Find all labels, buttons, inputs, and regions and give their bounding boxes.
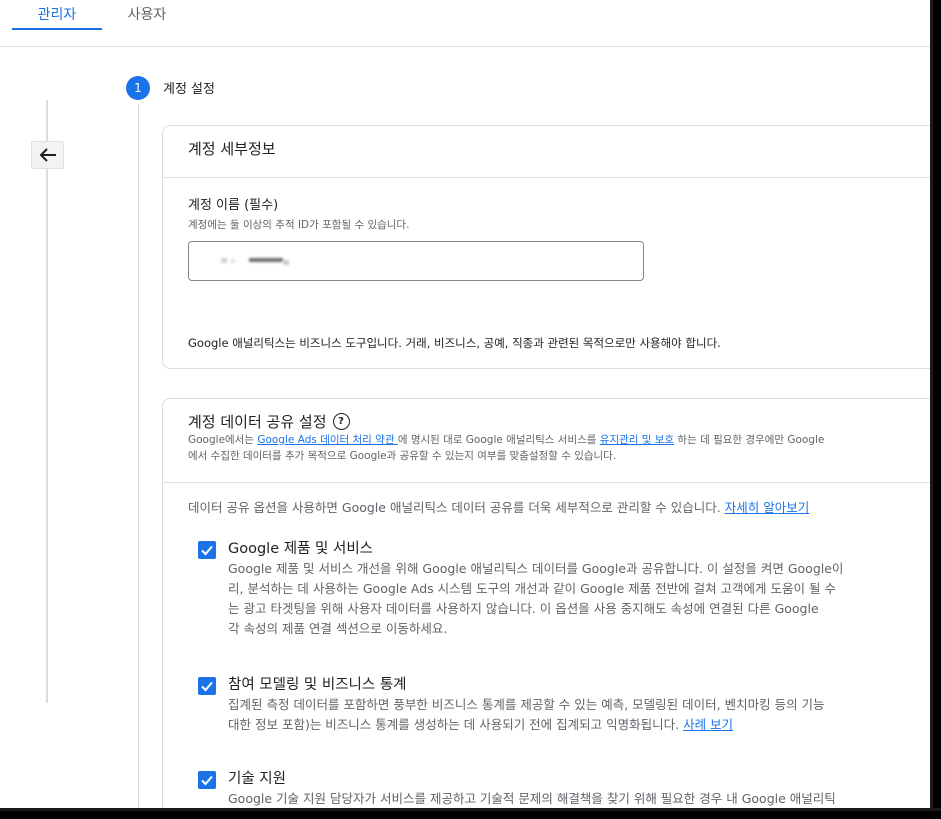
intro-text: 데이터 공유 옵션을 사용하면 Google 애널리틱스 데이터 공유를 더욱 … bbox=[188, 500, 725, 515]
tab-admin-label: 관리자 bbox=[37, 7, 77, 23]
google-products-title: Google 제품 및 서비스 bbox=[228, 541, 373, 557]
google-products-checkbox[interactable] bbox=[198, 541, 216, 559]
account-details-card: 계정 세부정보 계정 이름 (필수) 계정에는 둘 이상의 추적 ID가 포함될… bbox=[162, 125, 930, 369]
desc-line: Google 제품 및 서비스 개선을 위해 Google 애널리틱스 데이터를… bbox=[228, 561, 844, 576]
tab-admin[interactable]: 관리자 bbox=[12, 0, 102, 38]
account-name-label: 계정 이름 (필수) bbox=[188, 198, 279, 213]
check-icon bbox=[201, 545, 213, 556]
learn-more-link[interactable]: 자세히 알아보기 bbox=[725, 500, 809, 515]
technical-support-title: 기술 지원 bbox=[228, 771, 286, 787]
stepper-connector-line bbox=[138, 104, 139, 808]
technical-support-checkbox[interactable] bbox=[198, 771, 216, 789]
view-examples-link[interactable]: 사례 보기 bbox=[683, 717, 733, 732]
tab-users[interactable]: 사용자 bbox=[102, 0, 192, 38]
arrow-left-icon bbox=[39, 148, 56, 162]
check-icon bbox=[201, 775, 213, 786]
modeling-insights-checkbox[interactable] bbox=[198, 677, 216, 695]
active-tab-indicator bbox=[12, 28, 102, 30]
modeling-insights-desc: 집계된 측정 데이터를 포함하면 풍부한 비즈니스 통계를 제공할 수 있는 예… bbox=[228, 695, 825, 735]
step-number-badge: 1 bbox=[126, 76, 150, 100]
desc-prefix: Google에서는 bbox=[188, 434, 258, 446]
desc-line: Google 기술 지원 담당자가 서비스를 제공하고 기술적 문제의 해결책을… bbox=[228, 791, 836, 806]
technical-support-desc: Google 기술 지원 담당자가 서비스를 제공하고 기술적 문제의 해결책을… bbox=[228, 789, 836, 808]
desc-suffix: 하는 데 필요한 경우에만 Google bbox=[674, 434, 825, 446]
top-tabbar: 관리자 사용자 bbox=[0, 0, 930, 47]
analytics-admin-frame: 관리자 사용자 1 계정 설정 계정 세부정보 계정 이름 (필수) 계정에는 … bbox=[0, 0, 930, 808]
redacted-text bbox=[221, 258, 227, 263]
account-details-title: 계정 세부정보 bbox=[188, 140, 276, 158]
account-name-input[interactable] bbox=[188, 241, 644, 281]
window-shadow-bottom bbox=[0, 808, 941, 819]
redacted-text bbox=[249, 258, 283, 262]
window-shadow-right bbox=[930, 0, 941, 819]
tab-users-label: 사용자 bbox=[127, 7, 167, 23]
maintain-protect-link[interactable]: 유지관리 및 보호 bbox=[600, 434, 674, 446]
desc-line2: 에서 수집한 데이터를 추가 목적으로 Google과 공유할 수 있는지 여부… bbox=[188, 450, 617, 462]
desc-line: 대한 정보 포함)는 비즈니스 통계를 생성하는 데 사용되기 전에 집계되고 … bbox=[228, 717, 684, 732]
data-sharing-header: 계정 데이터 공유 설정 ? Google에서는 Google Ads 데이터 … bbox=[163, 399, 930, 483]
modeling-insights-title: 참여 모델링 및 비즈니스 통계 bbox=[228, 677, 407, 693]
data-sharing-title-row: 계정 데이터 공유 설정 ? bbox=[188, 411, 350, 432]
back-button[interactable] bbox=[31, 141, 64, 169]
account-name-help: 계정에는 둘 이상의 추적 ID가 포함될 수 있습니다. bbox=[188, 219, 410, 231]
step-title: 계정 설정 bbox=[163, 82, 215, 97]
google-products-desc: Google 제품 및 서비스 개선을 위해 Google 애널리틱스 데이터를… bbox=[228, 559, 843, 639]
redacted-text bbox=[231, 259, 235, 263]
desc-mid: 에 명시된 대로 Google 애널리틱스 서비스를 bbox=[397, 434, 600, 446]
desc-line: 집계된 측정 데이터를 포함하면 풍부한 비즈니스 통계를 제공할 수 있는 예… bbox=[228, 697, 825, 712]
redacted-text bbox=[283, 260, 289, 265]
desc-line: 는 광고 타겟팅을 위해 사용자 데이터를 사용하지 않습니다. 이 옵션을 사… bbox=[228, 601, 819, 616]
help-icon[interactable]: ? bbox=[332, 413, 350, 430]
business-tool-note: Google 애널리틱스는 비즈니스 도구입니다. 거래, 비즈니스, 공예, … bbox=[188, 336, 721, 350]
data-sharing-card: 계정 데이터 공유 설정 ? Google에서는 Google Ads 데이터 … bbox=[162, 398, 930, 808]
left-rail-line bbox=[46, 100, 48, 703]
ads-data-terms-link[interactable]: Google Ads 데이터 처리 약관 bbox=[257, 434, 397, 446]
data-sharing-intro: 데이터 공유 옵션을 사용하면 Google 애널리틱스 데이터 공유를 더욱 … bbox=[188, 497, 809, 516]
check-icon bbox=[201, 681, 213, 692]
account-details-header: 계정 세부정보 bbox=[163, 126, 930, 178]
desc-line: 리, 분석하는 데 사용하는 Google Ads 시스템 도구의 개선과 같이… bbox=[228, 581, 836, 596]
data-sharing-description: Google에서는 Google Ads 데이터 처리 약관 에 명시된 대로 … bbox=[188, 432, 824, 464]
desc-line: 각 속성의 제품 연결 섹션으로 이동하세요. bbox=[228, 621, 448, 636]
data-sharing-title: 계정 데이터 공유 설정 bbox=[188, 413, 327, 431]
